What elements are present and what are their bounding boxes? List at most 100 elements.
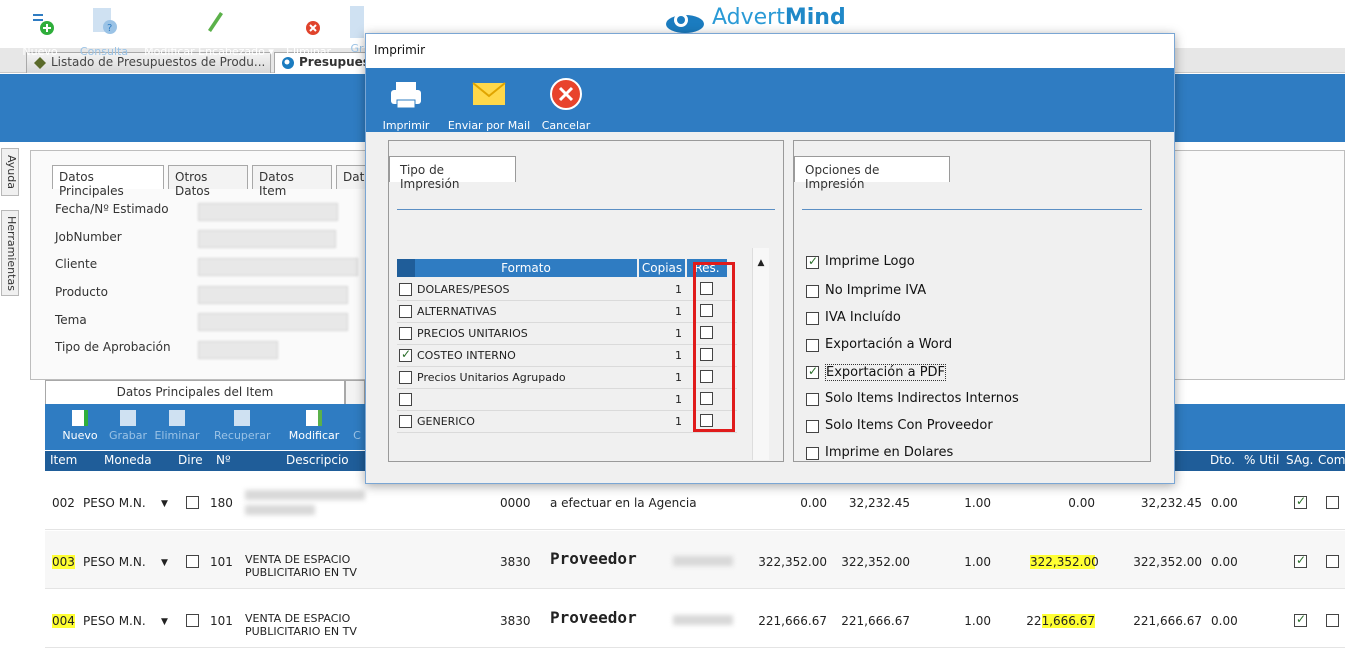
sag-checkbox[interactable]	[1294, 612, 1307, 627]
col-dire[interactable]: Dire	[178, 453, 203, 467]
side-tab-ayuda[interactable]: Ayuda	[1, 148, 19, 196]
cliente-field[interactable]	[198, 258, 358, 276]
row-desc: VENTA DE ESPACIO PUBLICITARIO EN TV	[245, 612, 357, 638]
modificar-encabezado-button[interactable]: Modificar Encabezado ▾	[140, 6, 278, 58]
com-checkbox[interactable]	[1326, 614, 1339, 627]
tab-datos-principales[interactable]: Datos Principales	[52, 165, 164, 198]
consulta-button[interactable]: ? Consulta	[78, 6, 130, 58]
option-checkbox[interactable]	[806, 254, 819, 269]
jobnumber-field[interactable]	[198, 230, 336, 248]
option-checkbox[interactable]	[806, 285, 819, 298]
producto-field[interactable]	[198, 286, 348, 304]
row-code: 3830	[500, 555, 531, 569]
com-checkbox[interactable]	[1326, 555, 1339, 568]
brand-name: AdvertMind	[712, 5, 846, 30]
item-modificar-button[interactable]: Modificar	[286, 410, 342, 442]
eliminar-button[interactable]: Eliminar	[286, 6, 332, 58]
option-checkbox[interactable]	[806, 339, 819, 352]
col-com[interactable]: Com	[1318, 453, 1345, 467]
col-util[interactable]: % Util	[1244, 453, 1279, 467]
printer-icon	[391, 82, 421, 109]
col-copias[interactable]: Copias	[639, 259, 685, 277]
table-row[interactable]: 004 PESO M.N. ▼ 101 VENTA DE ESPACIO PUB…	[45, 590, 1345, 648]
new-document-icon	[29, 8, 54, 35]
scroll-up-arrow-icon[interactable]: ▲	[753, 258, 769, 268]
format-checkbox[interactable]	[399, 283, 412, 296]
advertmind-tab-icon	[282, 57, 294, 69]
row-item: 004	[52, 614, 75, 628]
format-row[interactable]: COSTEO INTERNO 1	[397, 345, 737, 367]
imprimir-button[interactable]: Imprimir	[380, 76, 432, 132]
format-row[interactable]: GENERICO 1	[397, 411, 737, 433]
format-row[interactable]: 1	[397, 389, 737, 411]
item-nuevo-button[interactable]: Nuevo	[60, 410, 100, 442]
side-tab-herramientas[interactable]: Herramientas	[1, 210, 19, 296]
cancelar-button[interactable]: Cancelar	[540, 76, 592, 132]
svg-text:?: ?	[107, 23, 112, 34]
tab-item-secondary[interactable]	[345, 380, 365, 404]
fecha-field[interactable]	[198, 203, 338, 221]
row-moneda: PESO M.N.	[83, 555, 146, 569]
grabar-button[interactable]: Gr	[350, 6, 364, 55]
moneda-dropdown-icon[interactable]: ▼	[161, 499, 168, 509]
format-checkbox[interactable]	[399, 371, 412, 384]
tab-dat[interactable]: Dat	[336, 165, 366, 189]
item-eliminar-button[interactable]: Eliminar	[152, 410, 202, 442]
moneda-dropdown-icon[interactable]: ▼	[161, 617, 168, 627]
col-n[interactable]: Nº	[216, 453, 231, 467]
format-checkbox[interactable]	[399, 415, 412, 428]
dire-checkbox[interactable]	[186, 555, 199, 568]
col-formato[interactable]: Formato	[415, 259, 637, 277]
row-desc-redacted	[245, 490, 365, 500]
com-checkbox[interactable]	[1326, 496, 1339, 509]
col-moneda[interactable]: Moneda	[104, 453, 152, 467]
sag-checkbox[interactable]	[1294, 494, 1307, 509]
label-fecha: Fecha/Nº Estimado	[55, 202, 169, 216]
option-checkbox[interactable]	[806, 393, 819, 406]
tab-tipo-impresion[interactable]: Tipo de Impresión	[389, 156, 516, 191]
format-row[interactable]: PRECIOS UNITARIOS 1	[397, 323, 737, 345]
format-row[interactable]: ALTERNATIVAS 1	[397, 301, 737, 323]
table-row[interactable]: 003 PESO M.N. ▼ 101 VENTA DE ESPACIO PUB…	[45, 531, 1345, 589]
col-item[interactable]: Item	[50, 453, 77, 467]
col-descripcion[interactable]: Descripcio	[286, 453, 349, 467]
row-moneda: PESO M.N.	[83, 614, 146, 628]
option-checkbox[interactable]	[806, 364, 819, 379]
item-recuperar-button[interactable]: Recuperar	[214, 410, 270, 442]
document-tab-icon	[34, 57, 46, 69]
item-c-button[interactable]: C	[350, 410, 364, 442]
tema-field[interactable]	[198, 313, 348, 331]
format-checkbox[interactable]	[399, 305, 412, 318]
format-checkbox[interactable]	[399, 393, 412, 406]
dialog-title: Imprimir	[366, 34, 1174, 68]
option-checkbox[interactable]	[806, 447, 819, 460]
label-tema: Tema	[55, 313, 87, 327]
col-sag[interactable]: SAg.	[1286, 453, 1313, 467]
row-item: 003	[52, 555, 75, 569]
nuevo-button[interactable]: Nuevo	[18, 6, 62, 58]
dire-checkbox[interactable]	[186, 496, 199, 509]
enviar-mail-button[interactable]: Enviar por Mail	[442, 76, 536, 132]
tipo-aprobacion-field[interactable]	[198, 341, 278, 359]
format-row[interactable]: DOLARES/PESOS 1	[397, 279, 737, 301]
item-save-icon	[120, 410, 136, 426]
tab-otros-datos[interactable]: Otros Datos	[168, 165, 248, 198]
moneda-dropdown-icon[interactable]: ▼	[161, 558, 168, 568]
col-dto[interactable]: Dto.	[1210, 453, 1235, 467]
formatos-scrollbar[interactable]: ▲	[752, 248, 769, 460]
tab-datos-principales-item[interactable]: Datos Principales del Item	[45, 380, 345, 404]
option-checkbox[interactable]	[806, 420, 819, 433]
dire-checkbox[interactable]	[186, 614, 199, 627]
tab-datos-item[interactable]: Datos Item	[252, 165, 332, 198]
tab-opciones-impresion[interactable]: Opciones de Impresión	[794, 156, 950, 191]
query-document-icon: ?	[93, 8, 117, 34]
option-checkbox[interactable]	[806, 312, 819, 325]
item-new-icon	[72, 410, 88, 426]
item-grabar-button[interactable]: Grabar	[108, 410, 148, 442]
format-checkbox[interactable]	[399, 347, 412, 362]
format-checkbox[interactable]	[399, 327, 412, 340]
eliminar-label: Eliminar	[286, 45, 332, 58]
format-row[interactable]: Precios Unitarios Agrupado 1	[397, 367, 737, 389]
row-code: 0000	[500, 496, 531, 510]
sag-checkbox[interactable]	[1294, 553, 1307, 568]
